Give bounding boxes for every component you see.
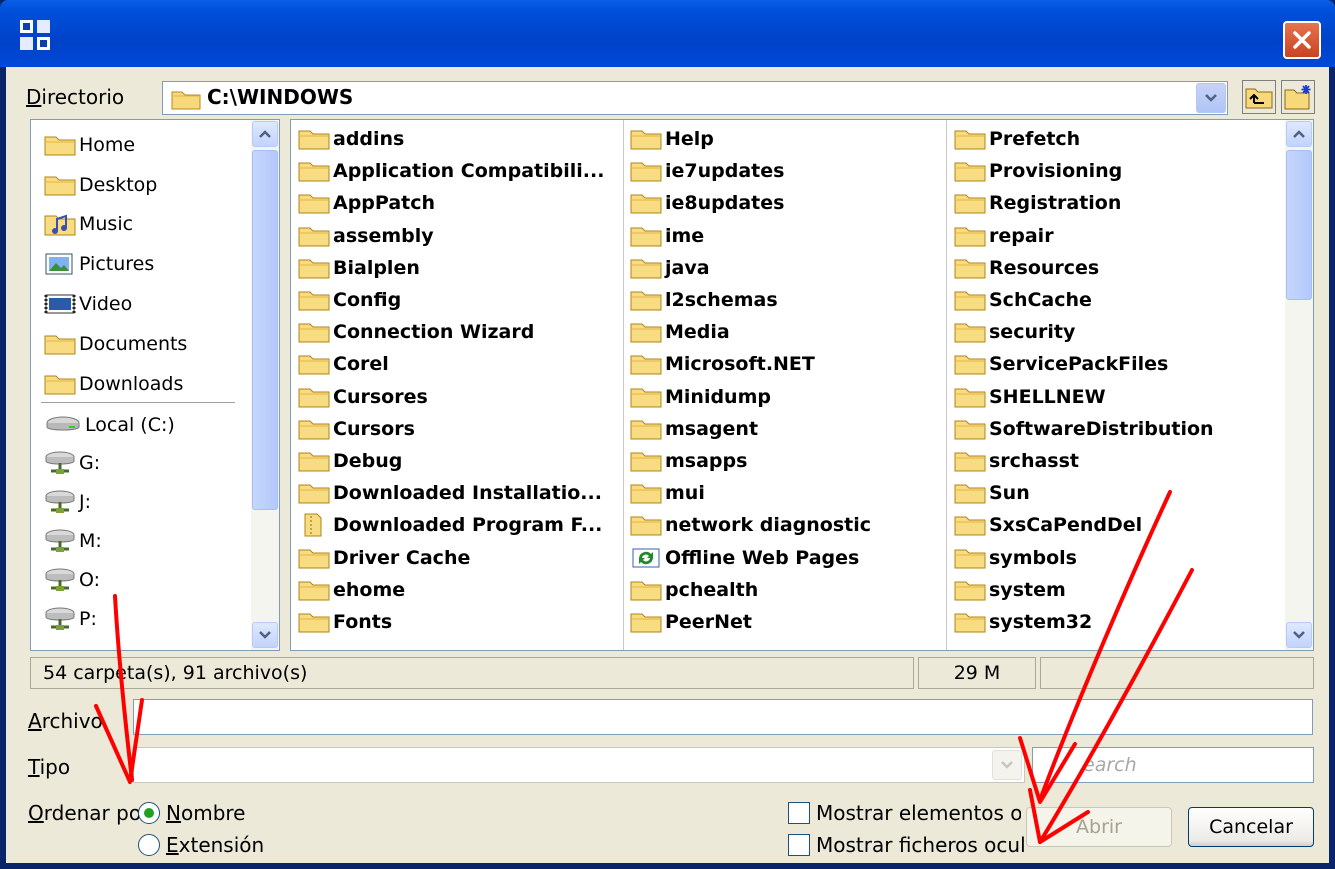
annotation-arrow-sort-head (94, 698, 144, 784)
file-dialog-window: Directorio C:\WINDOWS Home Desktop Music Pi… (0, 0, 1335, 869)
annotation-arrows (94, 490, 1194, 844)
annotation-arrow-elements-head (1018, 736, 1077, 804)
